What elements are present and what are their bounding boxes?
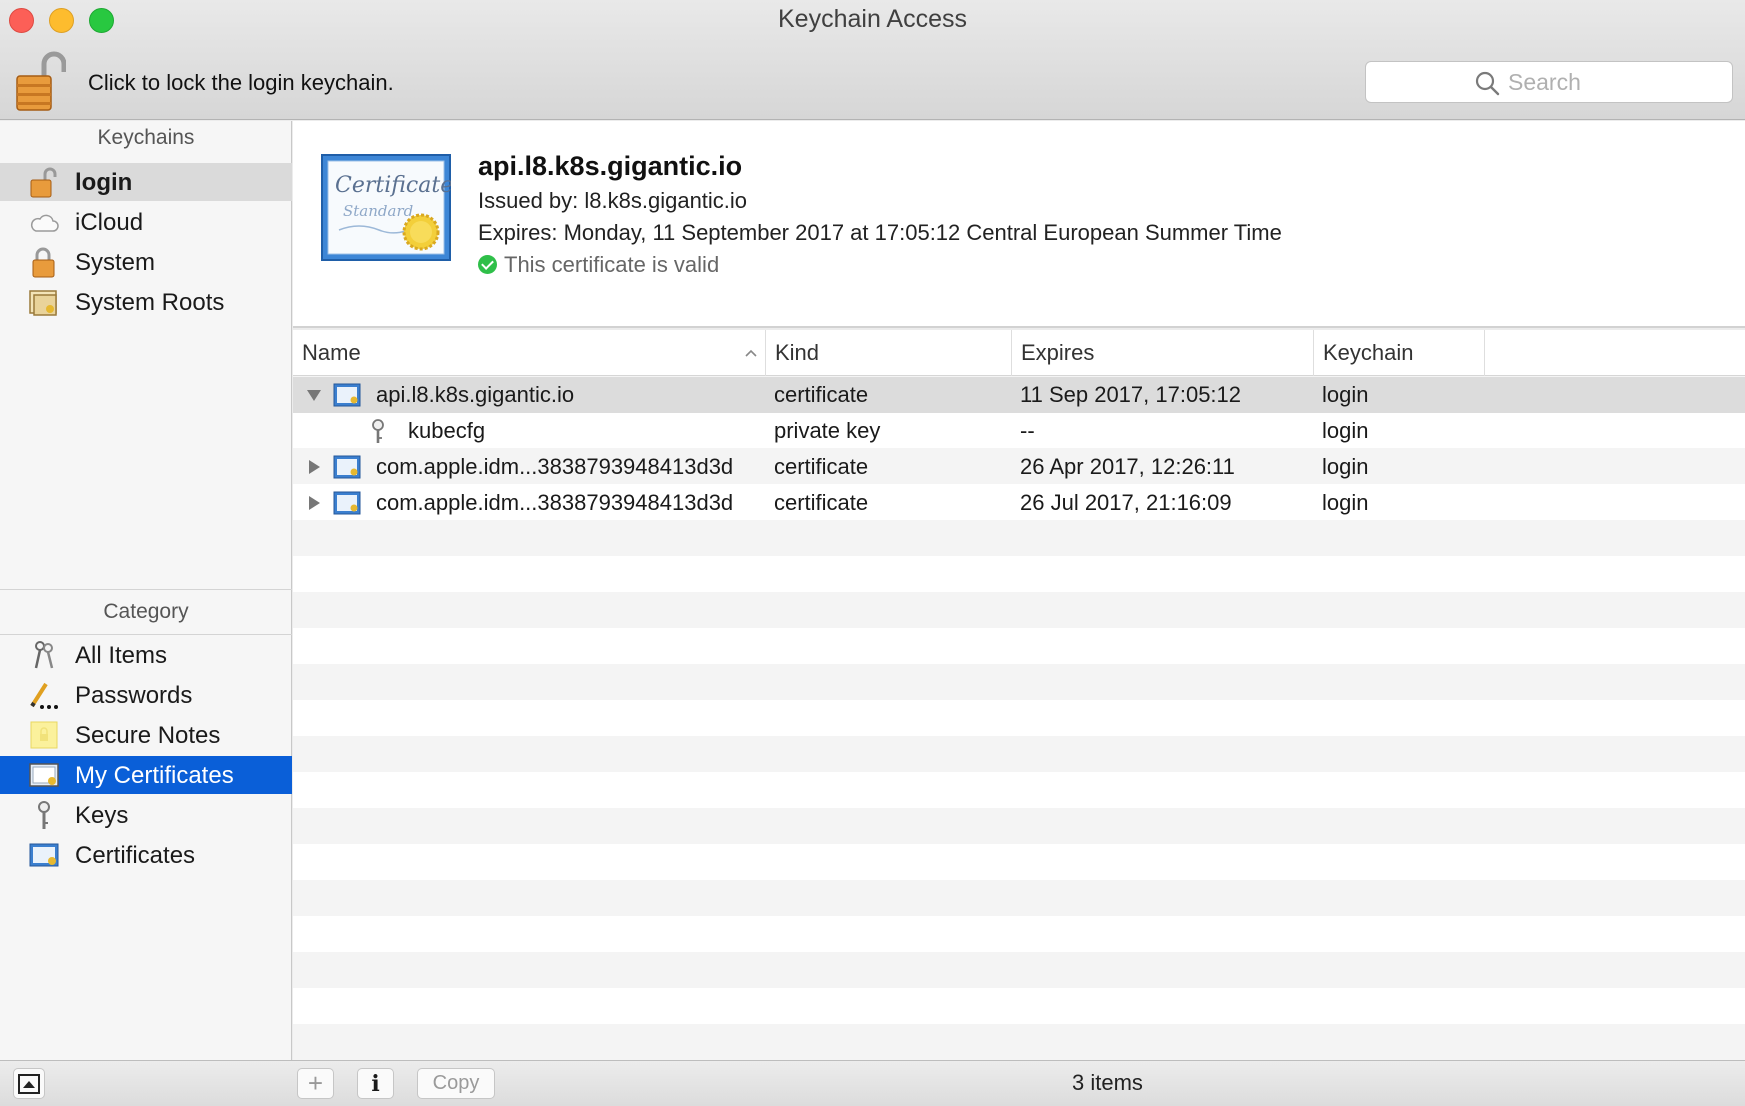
certificate-icon	[29, 843, 59, 867]
row-kind: certificate	[774, 454, 869, 479]
sidebar-toggle-icon	[18, 1073, 40, 1094]
search-icon	[1475, 71, 1500, 96]
sidebar-item-certificates[interactable]: Certificates	[0, 836, 292, 874]
badge-line1: Certificate	[335, 173, 451, 198]
sidebar-item-secure-notes[interactable]: Secure Notes	[0, 716, 292, 754]
bottom-bar: + i Copy 3 items	[0, 1060, 1745, 1106]
search-input[interactable]	[1508, 66, 1718, 98]
check-icon	[478, 255, 497, 274]
certificate-icon	[333, 455, 361, 479]
disclosure-collapsed-icon[interactable]	[306, 459, 322, 475]
certificate-icon	[333, 491, 361, 515]
table-row[interactable]: kubecfg private key -- login	[293, 413, 1745, 449]
sidebar-item-label: System Roots	[75, 289, 225, 316]
sidebar-divider	[0, 634, 292, 635]
get-info-button[interactable]: i	[357, 1068, 394, 1099]
sidebar-item-passwords[interactable]: Passwords	[0, 676, 292, 714]
row-keychain: login	[1322, 382, 1369, 407]
table-row[interactable]: com.apple.idm...3838793948413d3d certifi…	[293, 485, 1745, 521]
row-name: com.apple.idm...3838793948413d3d	[376, 490, 734, 515]
sidebar-item-all-items[interactable]: All Items	[0, 636, 292, 674]
table-row[interactable]: api.l8.k8s.gigantic.io certificate 11 Se…	[293, 377, 1745, 413]
window-title: Keychain Access	[778, 5, 967, 33]
row-name: api.l8.k8s.gigantic.io	[376, 382, 575, 407]
table-header: Name Kind Expires Keychain	[293, 330, 1745, 376]
row-keychain: login	[1322, 454, 1369, 479]
row-expires: 11 Sep 2017, 17:05:12	[1020, 382, 1242, 407]
category-header: Category	[103, 600, 189, 623]
certificate-title: api.l8.k8s.gigantic.io	[478, 151, 743, 181]
search-field[interactable]	[1365, 61, 1733, 103]
sidebar-item-icloud[interactable]: iCloud	[0, 203, 292, 241]
sidebar-item-label: My Certificates	[75, 762, 234, 789]
add-item-button[interactable]: +	[297, 1068, 334, 1099]
row-kind: private key	[774, 418, 881, 443]
row-name: kubecfg	[408, 418, 486, 443]
sidebar-item-label: All Items	[75, 642, 168, 669]
certificate-status-text: This certificate is valid	[504, 252, 720, 277]
key-icon	[372, 419, 384, 443]
sidebar: Keychains login iCloud System System Roo…	[0, 121, 292, 1060]
certificate-icon	[29, 290, 57, 316]
sidebar-item-label: login	[75, 169, 133, 196]
window-toolbar: Keychain Access Click to lock the login …	[0, 0, 1745, 120]
items-table: Name Kind Expires Keychain api.l8.k8s.gi…	[293, 330, 1745, 1060]
keys-icon	[34, 641, 54, 669]
row-kind: certificate	[774, 382, 869, 407]
lock-keychain-label[interactable]: Click to lock the login keychain.	[88, 70, 394, 96]
unlocked-padlock-icon[interactable]	[14, 48, 67, 112]
column-header-name[interactable]: Name	[293, 330, 766, 376]
column-header-keychain[interactable]: Keychain	[1314, 330, 1485, 376]
my-certificate-icon	[29, 763, 59, 787]
certificate-detail-panel: Certificate Standard api.l8.k8s.gigantic…	[293, 121, 1745, 328]
row-kind: certificate	[774, 490, 869, 515]
row-keychain: login	[1322, 418, 1369, 443]
column-header-expires[interactable]: Expires	[1012, 330, 1314, 376]
row-expires: 26 Jul 2017, 21:16:09	[1020, 490, 1232, 515]
certificate-status: This certificate is valid	[478, 252, 719, 278]
sidebar-item-label: Certificates	[75, 842, 196, 869]
certificate-issuer: Issued by: l8.k8s.gigantic.io	[478, 188, 748, 213]
item-count-status: 3 items	[1072, 1070, 1143, 1095]
cloud-icon	[30, 214, 59, 232]
sidebar-item-keys[interactable]: Keys	[0, 796, 292, 834]
column-header-kind[interactable]: Kind	[766, 330, 1012, 376]
key-icon	[38, 801, 50, 829]
sidebar-divider	[0, 589, 292, 590]
sidebar-item-my-certificates[interactable]: My Certificates	[0, 756, 292, 794]
sort-ascending-icon	[745, 349, 757, 357]
sidebar-item-label: Secure Notes	[75, 722, 221, 749]
toggle-sidebar-button[interactable]	[13, 1068, 45, 1099]
row-expires: 26 Apr 2017, 12:26:11	[1020, 454, 1235, 479]
table-row[interactable]: com.apple.idm...3838793948413d3d certifi…	[293, 449, 1745, 485]
disclosure-expanded-icon[interactable]	[306, 387, 322, 403]
keychains-header: Keychains	[97, 126, 195, 149]
disclosure-collapsed-icon[interactable]	[306, 495, 322, 511]
sidebar-item-system[interactable]: System	[0, 243, 292, 281]
sidebar-item-label: System	[75, 249, 156, 276]
certificate-expiry: Expires: Monday, 11 September 2017 at 17…	[478, 220, 1282, 245]
sidebar-item-label: iCloud	[75, 209, 144, 236]
sidebar-item-label: Passwords	[75, 682, 193, 709]
padlock-icon	[32, 247, 55, 278]
certificate-icon: Certificate Standard	[321, 154, 451, 261]
sidebar-item-login[interactable]: login	[0, 163, 292, 201]
copy-button[interactable]: Copy	[417, 1068, 495, 1099]
badge-line2: Standard	[343, 202, 413, 220]
row-expires: --	[1020, 418, 1035, 443]
password-pencil-icon	[30, 682, 58, 709]
unlocked-padlock-icon	[30, 167, 57, 198]
row-name: com.apple.idm...3838793948413d3d	[376, 454, 734, 479]
certificate-icon	[333, 383, 361, 407]
secure-note-icon	[30, 721, 58, 749]
sidebar-item-label: Keys	[75, 802, 129, 829]
row-keychain: login	[1322, 490, 1369, 515]
sidebar-item-system-roots[interactable]: System Roots	[0, 283, 292, 321]
